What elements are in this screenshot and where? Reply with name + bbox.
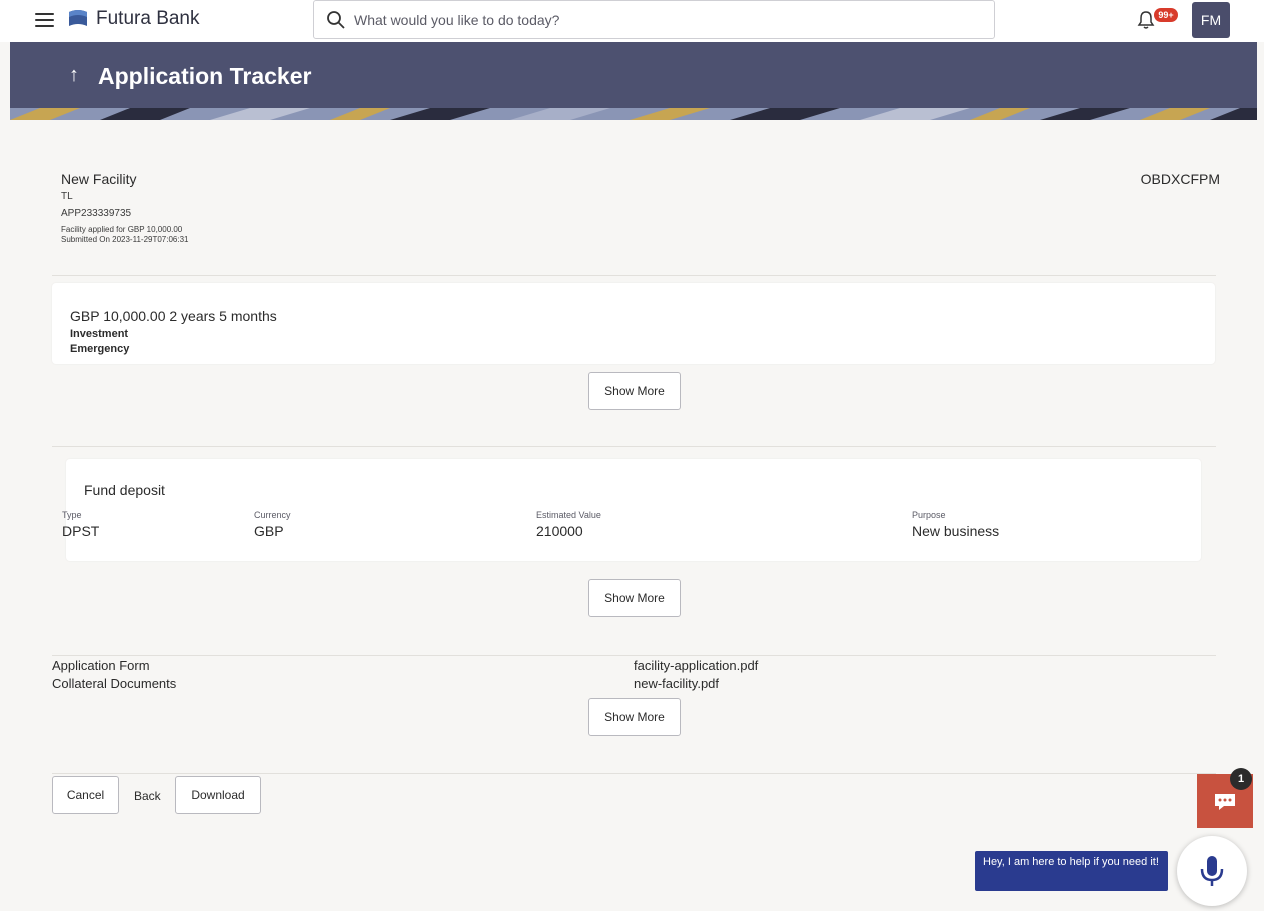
notification-badge: 99+ (1154, 8, 1178, 22)
document-label: Application Form (52, 658, 150, 673)
document-file[interactable]: new-facility.pdf (634, 676, 719, 691)
loan-details-section: GBP 10,000.00 2 years 5 months Investmen… (52, 275, 1216, 447)
field-value: DPST (62, 523, 100, 539)
collateral-section: Fund deposit Type DPST Currency GBP Esti… (52, 448, 1216, 656)
search-bar[interactable] (313, 0, 995, 39)
application-id: APP233339735 (61, 208, 132, 219)
collateral-title: Fund deposit (84, 482, 165, 498)
cancel-button[interactable]: Cancel (52, 776, 119, 814)
party-reference: OBDXCFPM (1140, 171, 1220, 187)
avatar[interactable]: FM (1192, 2, 1230, 38)
field-label: Type (62, 510, 82, 520)
field-value: GBP (254, 523, 284, 539)
menu-icon[interactable] (35, 13, 54, 28)
show-more-button[interactable]: Show More (588, 372, 681, 410)
field-label: Purpose (912, 510, 946, 520)
facility-name: New Facility (61, 171, 137, 187)
assistant-message: Hey, I am here to help if you need it! (975, 851, 1168, 891)
back-arrow-icon[interactable]: ↑ (69, 64, 79, 87)
documents-section: Application Form facility-application.pd… (52, 656, 1216, 774)
field-value: 210000 (536, 523, 583, 539)
application-summary: New Facility TL APP233339735 Facility ap… (61, 171, 189, 245)
loan-purpose: Emergency (70, 343, 130, 355)
back-button[interactable]: Back (134, 789, 161, 803)
field-value: New business (912, 523, 1000, 539)
header-pattern (10, 108, 1257, 120)
loan-purpose: Investment (70, 328, 129, 340)
page-header: ↑ Application Tracker (10, 42, 1257, 120)
bank-logo-icon (69, 10, 87, 26)
page-title: Application Tracker (98, 63, 312, 89)
show-more-button[interactable]: Show More (588, 698, 681, 736)
bell-icon[interactable] (1137, 10, 1155, 30)
search-icon (327, 11, 345, 29)
document-file[interactable]: facility-application.pdf (634, 658, 758, 673)
loan-details-card: GBP 10,000.00 2 years 5 months Investmen… (52, 283, 1215, 364)
facility-type: TL (61, 191, 73, 202)
download-button[interactable]: Download (175, 776, 261, 814)
collateral-card: Fund deposit Type DPST Currency GBP Esti… (62, 459, 1201, 561)
microphone-icon (1200, 856, 1224, 886)
voice-assistant-button[interactable] (1177, 836, 1247, 906)
search-input[interactable] (354, 9, 974, 31)
field-label: Currency (254, 510, 291, 520)
top-bar: Futura Bank 99+ FM (0, 0, 1264, 42)
document-label: Collateral Documents (52, 676, 177, 691)
chat-count-badge: 1 (1230, 768, 1252, 790)
field-label: Estimated Value (536, 510, 601, 520)
show-more-button[interactable]: Show More (588, 579, 681, 617)
applied-amount: Facility applied for GBP 10,000.00 (61, 225, 183, 234)
brand-name: Futura Bank (96, 8, 200, 29)
submitted-date: Submitted On 2023-11-29T07:06:31 (61, 235, 189, 244)
loan-amount-tenure: GBP 10,000.00 2 years 5 months (70, 308, 277, 324)
